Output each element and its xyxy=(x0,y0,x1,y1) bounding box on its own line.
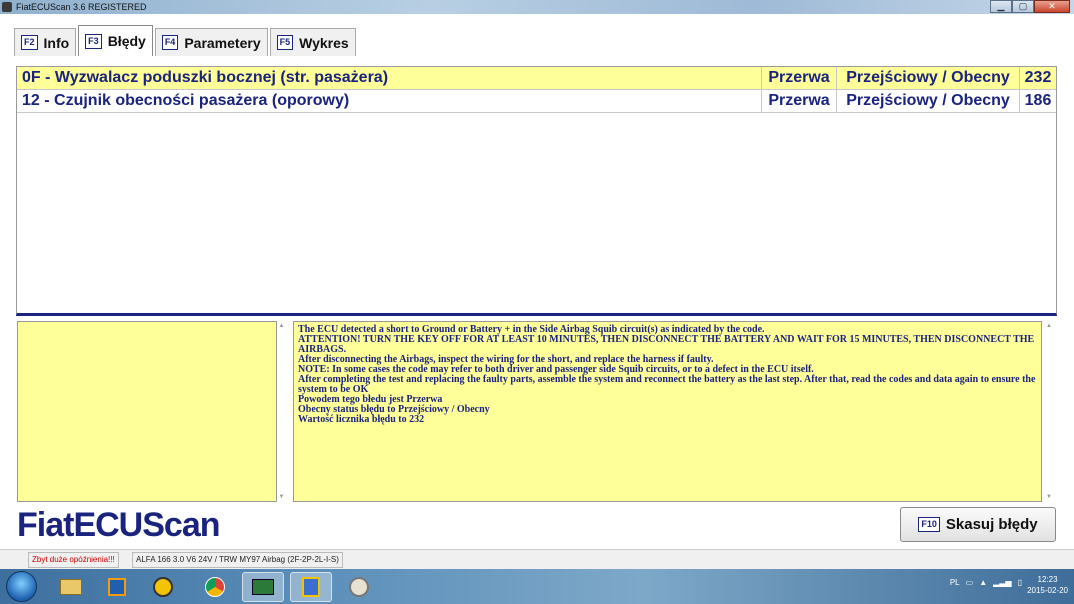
fiatecuscan-taskbar-icon[interactable] xyxy=(290,572,332,602)
clock-time: 12:23 xyxy=(1037,575,1058,584)
description-line: After completing the test and replacing … xyxy=(298,374,1036,395)
error-code: 0F - Wyzwalacz poduszki bocznej (str. pa… xyxy=(17,67,762,89)
f5-key-icon: F5 xyxy=(276,35,294,50)
language-indicator[interactable]: PL xyxy=(950,578,960,587)
error-type: Przerwa xyxy=(762,67,837,89)
app-icon xyxy=(2,2,12,12)
battery-icon[interactable]: ▯ xyxy=(1018,578,1022,587)
error-type: Przerwa xyxy=(762,90,837,112)
status-bar: Zbyt duże opóźnienia!!! ALFA 166 3.0 V6 … xyxy=(0,549,1074,569)
tab-bar: F2 Info F3 Błędy F4 Parametery F5 Wykres xyxy=(14,25,358,57)
info-scrollbar[interactable]: ▲ ▼ xyxy=(277,321,286,502)
error-count: 186 xyxy=(1024,92,1052,109)
scroll-up-icon[interactable]: ▲ xyxy=(277,323,286,329)
error-status: Przejściowy / Obecny xyxy=(837,67,1020,89)
keyboard-icon[interactable]: ▭ xyxy=(966,578,974,587)
app-window: FiatECUScan 3.6 REGISTERED ▁ ▢ ✕ F2 Info … xyxy=(0,0,1074,569)
maximize-button[interactable]: ▢ xyxy=(1012,0,1034,13)
window-title: FiatECUScan 3.6 REGISTERED xyxy=(16,2,147,12)
scroll-down-icon[interactable]: ▼ xyxy=(1043,494,1055,500)
f4-key-icon: F4 xyxy=(161,35,179,50)
error-code: 12 - Czujnik obecności pasażera (oporowy… xyxy=(17,90,762,112)
title-bar: FiatECUScan 3.6 REGISTERED ▁ ▢ ✕ xyxy=(0,0,1074,14)
app-logo: FiatECUScan xyxy=(17,506,220,544)
description-scrollbar[interactable]: ▲ ▼ xyxy=(1043,321,1055,502)
error-row[interactable]: 12 - Czujnik obecności pasażera (oporowy… xyxy=(17,90,1056,113)
scroll-down-icon[interactable]: ▼ xyxy=(277,494,286,500)
tab-label: Parametery xyxy=(184,34,261,51)
close-button[interactable]: ✕ xyxy=(1034,0,1070,13)
f2-key-icon: F2 xyxy=(21,35,38,50)
error-status: Przejściowy / Obecny xyxy=(837,90,1020,112)
description-line: Wartość licznika błędu to 232 xyxy=(298,414,425,425)
system-tray: PL ▭ ▲ ▂▃▅ ▯ xyxy=(950,578,1022,587)
start-button[interactable] xyxy=(6,571,37,602)
tab-label: Błędy xyxy=(107,33,146,49)
network-app-icon[interactable] xyxy=(142,572,184,602)
tray-expand-icon[interactable]: ▲ xyxy=(979,578,987,587)
tab-chart[interactable]: F5 Wykres xyxy=(269,28,356,56)
clear-errors-button[interactable]: F10 Skasuj błędy xyxy=(900,507,1056,542)
tab-info[interactable]: F2 Info xyxy=(14,28,77,56)
media-player-icon[interactable] xyxy=(96,572,138,602)
clock[interactable]: 12:23 2015-02-20 xyxy=(1027,574,1068,596)
error-list: 0F - Wyzwalacz poduszki bocznej (str. pa… xyxy=(16,66,1057,316)
diagnostic-app-icon[interactable] xyxy=(242,572,284,602)
scroll-up-icon[interactable]: ▲ xyxy=(1043,323,1055,329)
tab-parameters[interactable]: F4 Parametery xyxy=(154,28,268,56)
clear-errors-label: Skasuj błędy xyxy=(945,516,1038,533)
signal-icon[interactable]: ▂▃▅ xyxy=(993,578,1011,587)
explorer-icon[interactable] xyxy=(50,572,92,602)
vehicle-info: ALFA 166 3.0 V6 24V / TRW MY97 Airbag (2… xyxy=(132,552,343,568)
f10-key-icon: F10 xyxy=(918,517,940,532)
description-line: ATTENTION! TURN THE KEY OFF FOR AT LEAST… xyxy=(298,334,1035,355)
chrome-icon[interactable] xyxy=(194,572,236,602)
error-description: The ECU detected a short to Ground or Ba… xyxy=(293,321,1042,502)
taskbar: PL ▭ ▲ ▂▃▅ ▯ 12:23 2015-02-20 xyxy=(0,569,1074,604)
tab-label: Wykres xyxy=(299,34,349,51)
tab-errors[interactable]: F3 Błędy xyxy=(78,25,153,56)
info-panel xyxy=(17,321,277,502)
latency-warning: Zbyt duże opóźnienia!!! xyxy=(28,552,119,568)
clock-date: 2015-02-20 xyxy=(1027,586,1068,595)
f3-key-icon: F3 xyxy=(85,33,102,49)
minimize-button[interactable]: ▁ xyxy=(990,0,1012,13)
error-row[interactable]: 0F - Wyzwalacz poduszki bocznej (str. pa… xyxy=(17,67,1056,90)
paint-icon[interactable] xyxy=(338,572,380,602)
error-count: 232 xyxy=(1024,69,1052,86)
tab-label: Info xyxy=(43,34,70,51)
